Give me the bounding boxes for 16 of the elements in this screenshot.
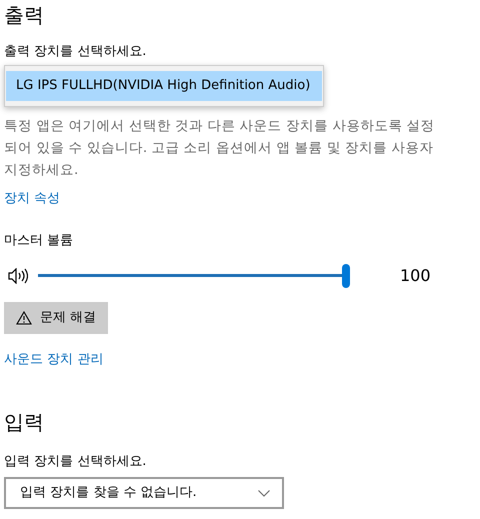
device-properties-link[interactable]: 장치 속성: [4, 190, 60, 206]
volume-reading: 100: [400, 265, 431, 287]
description-text: 특정 앱은 여기에서 선택한 것과 다른 사운드 장치를 사용하도록 설정되어 있을 수 있습니다. 고급 소리 옵션에서 앱 볼륨 및 장치를 사용자 지정하세요.: [4, 116, 436, 180]
manage-devices-link[interactable]: 사운드 장치 관리: [4, 352, 104, 366]
troubleshoot-button[interactable]: 문제 해결: [4, 302, 108, 334]
field-label: 출력 장치를 선택하세요.: [4, 43, 148, 61]
slider-thumb[interactable]: [342, 264, 350, 288]
chevron-down-icon: [258, 490, 270, 496]
volume-label: 마스터 볼륨: [4, 232, 74, 250]
device-dropdown[interactable]: 입력 장치를 찾을 수 없습니다.: [4, 477, 284, 509]
menu-item[interactable]: LG IPS FULLHD(NVIDIA High Definition Audio): [6, 71, 322, 100]
section-heading: 입력: [4, 409, 45, 435]
field-label: 입력 장치를 선택하세요.: [4, 453, 148, 471]
section-heading: 출력: [4, 2, 45, 28]
speaker-icon: [8, 268, 28, 284]
warning-icon: [16, 310, 32, 325]
